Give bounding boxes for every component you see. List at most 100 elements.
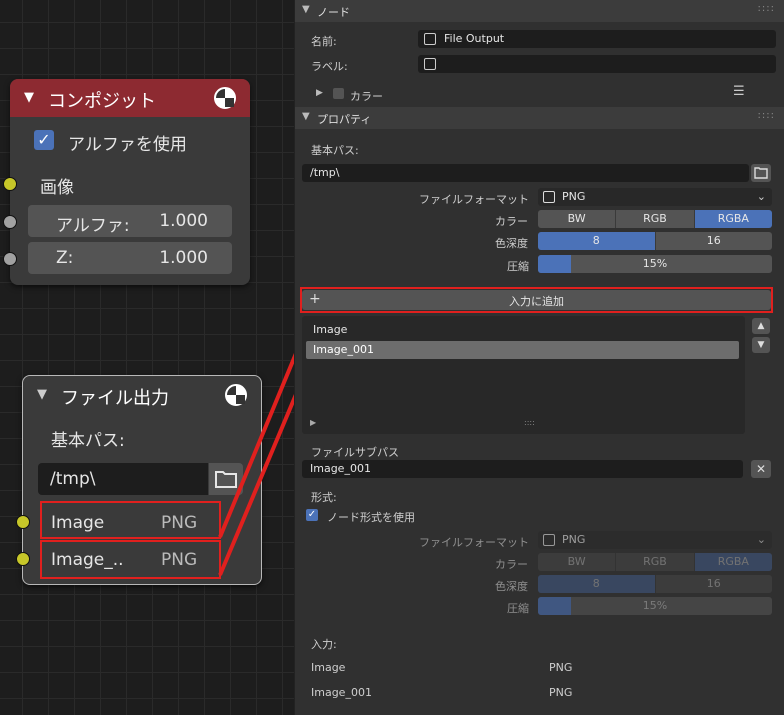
color-depth-selector[interactable]: 8 16: [538, 232, 772, 250]
list-item-label: Image: [313, 323, 348, 336]
color-label: カラー: [350, 90, 383, 103]
input-row-name: Image: [311, 661, 346, 674]
move-down-button[interactable]: ▼: [752, 337, 770, 353]
clear-sub-path-button[interactable]: ✕: [751, 460, 771, 478]
composite-node[interactable]: ▼ コンポジット ✓ アルファを使用 画像 アルファ: 1.000 Z: 1.0…: [10, 79, 250, 285]
input-row-format: PNG: [549, 661, 573, 674]
color-mode-selector[interactable]: BW RGB RGBA: [538, 210, 772, 228]
inputs-header: 入力:: [311, 638, 337, 651]
color-mode-rgba: RGBA: [694, 553, 772, 571]
image-socket[interactable]: [3, 177, 17, 191]
properties-section-title: プロパティ: [317, 113, 372, 126]
color-mode-selector-disabled: BW RGB RGBA: [538, 553, 772, 571]
collapse-triangle-icon[interactable]: ▼: [37, 387, 47, 402]
color-expand-triangle-icon[interactable]: ▶: [316, 88, 323, 98]
chevron-down-icon: ⌄: [756, 190, 766, 203]
use-alpha-checkbox[interactable]: ✓: [34, 130, 54, 150]
collapse-triangle-icon[interactable]: ▼: [24, 90, 34, 105]
use-node-format-checkbox[interactable]: ✓: [306, 509, 318, 521]
node-editor[interactable]: ▼ コンポジット ✓ アルファを使用 画像 アルファ: 1.000 Z: 1.0…: [0, 0, 294, 715]
properties-panel: ▼ ノード :::: 名前: File Output ラベル: ▶ カラー ☰ …: [294, 0, 784, 715]
z-value: 1.000: [159, 248, 208, 268]
highlight-box-image-001: [40, 540, 221, 579]
list-item-label: Image_001: [313, 343, 374, 356]
color-mode-rgb: RGB: [616, 553, 695, 571]
file-format-label: ファイルフォーマット: [419, 193, 529, 206]
name-field[interactable]: File Output: [418, 30, 776, 48]
format-label: 形式:: [311, 491, 337, 504]
z-socket[interactable]: [3, 252, 17, 266]
base-path-field[interactable]: /tmp\: [302, 164, 749, 182]
file-format-value: PNG: [562, 533, 586, 546]
chevron-down-icon: ⌄: [756, 533, 766, 546]
image-input-label: 画像: [40, 178, 74, 198]
base-path-field[interactable]: /tmp\: [38, 463, 208, 495]
file-output-node-title: ファイル出力: [61, 388, 169, 409]
use-node-format-label: ノード形式を使用: [327, 511, 415, 524]
z-field[interactable]: Z: 1.000: [28, 242, 232, 274]
label-label: ラベル:: [311, 60, 348, 73]
color-mode-bw[interactable]: BW: [538, 210, 617, 228]
z-label: Z:: [56, 248, 74, 268]
render-icon: [225, 384, 247, 406]
color-mode-label: カラー: [495, 215, 528, 228]
name-label: 名前:: [311, 35, 337, 48]
image-001-input-socket[interactable]: [16, 552, 30, 566]
composite-node-header[interactable]: ▼ コンポジット: [10, 79, 250, 117]
image-input-socket[interactable]: [16, 515, 30, 529]
list-item-selected[interactable]: Image_001: [306, 341, 739, 359]
drag-handle-icon[interactable]: ::::: [758, 3, 775, 14]
alpha-field[interactable]: アルファ: 1.000: [28, 205, 232, 237]
base-path-value: /tmp\: [50, 469, 96, 489]
base-path-value: /tmp\: [310, 166, 340, 179]
node-section-header[interactable]: ▼ ノード ::::: [295, 0, 784, 22]
color-depth-8[interactable]: 8: [538, 232, 656, 250]
file-format-dropdown[interactable]: PNG ⌄: [538, 188, 772, 206]
input-list[interactable]: Image Image_001 ▶ ::::: [302, 316, 745, 434]
list-icon[interactable]: ☰: [733, 84, 745, 99]
collapse-triangle-icon: ▼: [302, 4, 310, 15]
color-depth-selector-disabled: 8 16: [538, 575, 772, 593]
highlight-box-image: [40, 501, 221, 539]
folder-browse-button[interactable]: [209, 463, 243, 495]
color-depth-16: 16: [655, 575, 772, 593]
folder-icon: [215, 471, 237, 488]
color-mode-rgb[interactable]: RGB: [616, 210, 695, 228]
file-output-node-header[interactable]: ▼ ファイル出力: [23, 376, 261, 414]
color-depth-label: 色深度: [495, 580, 528, 593]
highlight-box-add-input: [300, 287, 773, 313]
compression-value: 15%: [642, 257, 668, 270]
color-mode-rgba[interactable]: RGBA: [694, 210, 772, 228]
color-checkbox[interactable]: [333, 88, 344, 99]
file-sub-path-field[interactable]: Image_001: [302, 460, 743, 478]
color-depth-8: 8: [538, 575, 656, 593]
base-path-browse-button[interactable]: [751, 164, 771, 182]
properties-section-header[interactable]: ▼ プロパティ ::::: [295, 107, 784, 129]
composite-node-title: コンポジット: [48, 91, 156, 112]
image-icon: [543, 534, 555, 546]
color-mode-bw: BW: [538, 553, 617, 571]
collapse-triangle-icon: ▼: [302, 111, 310, 122]
move-up-button[interactable]: ▲: [752, 318, 770, 334]
image-icon: [543, 191, 555, 203]
alpha-value: 1.000: [159, 211, 208, 231]
label-field[interactable]: [418, 55, 776, 73]
list-item[interactable]: Image: [306, 321, 739, 339]
list-resize-handle-icon[interactable]: ::::: [524, 418, 535, 427]
base-path-label: 基本パス:: [51, 431, 125, 451]
file-format-label: ファイルフォーマット: [419, 536, 529, 549]
color-depth-16[interactable]: 16: [655, 232, 772, 250]
compression-slider[interactable]: 15%: [538, 255, 772, 273]
use-alpha-label: アルファを使用: [68, 135, 187, 155]
color-mode-label: カラー: [495, 558, 528, 571]
drag-handle-icon[interactable]: ::::: [758, 110, 775, 121]
render-icon: [214, 87, 236, 109]
alpha-label: アルファ:: [56, 216, 130, 236]
compression-value: 15%: [642, 599, 668, 612]
node-section-title: ノード: [317, 6, 350, 19]
node-icon: [424, 58, 436, 70]
compression-label: 圧縮: [507, 602, 529, 615]
alpha-socket[interactable]: [3, 215, 17, 229]
folder-icon: [754, 167, 768, 179]
list-expand-triangle-icon[interactable]: ▶: [310, 418, 316, 427]
